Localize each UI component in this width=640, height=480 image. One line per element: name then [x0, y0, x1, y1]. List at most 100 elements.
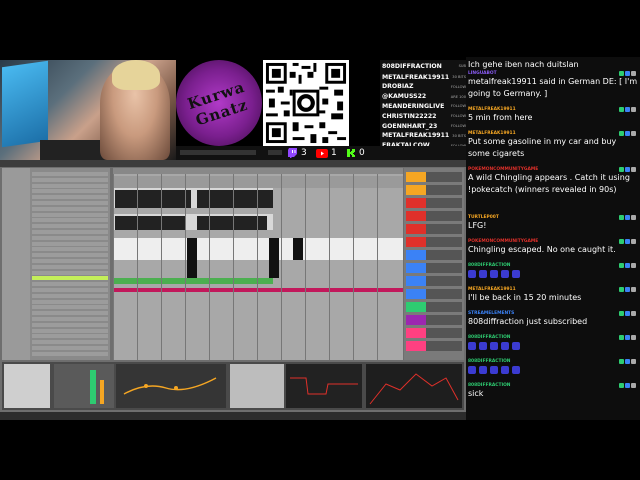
arrangement-clips[interactable] [113, 168, 403, 360]
daw-browser-panel[interactable] [2, 168, 110, 360]
mixer-track-color[interactable] [406, 328, 426, 338]
mixer-track-color[interactable] [406, 263, 426, 273]
browser-file-item[interactable] [32, 305, 108, 310]
browser-file-item[interactable] [32, 270, 108, 275]
browser-file-item[interactable] [32, 172, 108, 176]
grid-line[interactable] [377, 174, 378, 360]
mixer-track-color[interactable] [406, 302, 426, 312]
midi-clip[interactable] [115, 216, 185, 230]
browser-file-item[interactable] [32, 224, 108, 229]
device-knobs[interactable] [230, 364, 284, 408]
mixer-track-row[interactable] [406, 315, 462, 325]
browser-file-item[interactable] [32, 345, 108, 350]
mixer-track-row[interactable] [406, 211, 462, 221]
browser-file-item[interactable] [32, 340, 108, 345]
chat-emote-icon [490, 366, 498, 374]
mixer-track-row[interactable] [406, 276, 462, 286]
browser-file-item[interactable] [32, 189, 108, 194]
mixer-track-color[interactable] [406, 315, 426, 325]
browser-file-item[interactable] [32, 206, 108, 211]
browser-file-item[interactable] [32, 195, 108, 200]
browser-file-item[interactable] [32, 316, 108, 321]
chat-badge-icon [625, 239, 630, 244]
daw-arrangement-view[interactable] [113, 168, 403, 360]
browser-file-item[interactable] [32, 218, 108, 223]
daw-control-bar [0, 160, 466, 167]
browser-file-item[interactable] [32, 276, 108, 281]
browser-file-item[interactable] [32, 328, 108, 333]
browser-categories[interactable] [2, 168, 30, 360]
midi-clip[interactable] [115, 190, 191, 208]
browser-file-item[interactable] [32, 322, 108, 327]
browser-file-item[interactable] [32, 299, 108, 304]
mixer-track-row[interactable] [406, 224, 462, 234]
mixer-track-color[interactable] [406, 211, 426, 221]
mixer-track-row[interactable] [406, 198, 462, 208]
daw-track-mixer[interactable] [404, 168, 464, 360]
browser-file-item[interactable] [32, 177, 108, 182]
chat-username[interactable]: 808DIFFRACTION [468, 359, 638, 364]
grid-line[interactable] [281, 174, 282, 360]
grid-line[interactable] [185, 174, 186, 360]
midi-clip[interactable] [197, 190, 273, 208]
mixer-track-color[interactable] [406, 289, 426, 299]
browser-file-item[interactable] [32, 229, 108, 234]
mixer-track-color[interactable] [406, 172, 426, 182]
grid-line[interactable] [305, 174, 306, 360]
grid-line[interactable] [233, 174, 234, 360]
grid-line[interactable] [161, 174, 162, 360]
browser-file-item[interactable] [32, 287, 108, 292]
chat-username[interactable]: 808DIFFRACTION [468, 335, 638, 340]
browser-file-item[interactable] [32, 247, 108, 252]
audio-clip[interactable] [187, 238, 197, 278]
browser-file-item[interactable] [32, 351, 108, 356]
browser-file-item[interactable] [32, 334, 108, 339]
grid-line[interactable] [257, 174, 258, 360]
browser-file-item[interactable] [32, 212, 108, 217]
browser-file-item[interactable] [32, 264, 108, 269]
mixer-track-row[interactable] [406, 341, 462, 351]
gain-fader[interactable] [100, 380, 104, 404]
timeline-ruler[interactable] [113, 168, 403, 174]
daw-device-chain[interactable] [2, 362, 464, 410]
browser-file-item[interactable] [32, 200, 108, 205]
mixer-track-row[interactable] [406, 289, 462, 299]
audio-clip[interactable] [269, 238, 279, 278]
grid-line[interactable] [113, 174, 114, 360]
browser-file-item[interactable] [32, 253, 108, 258]
mixer-track-color[interactable] [406, 237, 426, 247]
browser-file-item[interactable] [32, 293, 108, 298]
chat-username[interactable]: 808DIFFRACTION [468, 263, 638, 268]
browser-file-item[interactable] [32, 235, 108, 240]
mixer-track-row[interactable] [406, 172, 462, 182]
mixer-track-color[interactable] [406, 185, 426, 195]
browser-file-item[interactable] [32, 241, 108, 246]
browser-file-item[interactable] [32, 183, 108, 188]
mixer-track-row[interactable] [406, 263, 462, 273]
mixer-track-color[interactable] [406, 250, 426, 260]
recent-event-row: CHRISTIN22222 FOLLOW [382, 111, 466, 121]
mixer-track-color[interactable] [406, 224, 426, 234]
browser-file-item[interactable] [32, 311, 108, 316]
mixer-track-row[interactable] [406, 237, 462, 247]
mixer-track-row[interactable] [406, 250, 462, 260]
grid-line[interactable] [353, 174, 354, 360]
browser-file-item[interactable] [32, 258, 108, 263]
chat-badge-icon [619, 131, 624, 136]
browser-file-item[interactable] [32, 282, 108, 287]
device-compressor[interactable] [54, 364, 114, 408]
chat-badges [619, 239, 636, 244]
mixer-track-color[interactable] [406, 341, 426, 351]
mixer-track-row[interactable] [406, 328, 462, 338]
mixer-track-row[interactable] [406, 185, 462, 195]
grid-line[interactable] [209, 174, 210, 360]
device-eq[interactable] [116, 364, 226, 408]
midi-clip[interactable] [197, 216, 267, 230]
recent-events-panel: 808DIFFRACTION SUB METALFREAK19911 30 BIT… [380, 60, 466, 160]
mixer-track-color[interactable] [406, 276, 426, 286]
grid-line[interactable] [137, 174, 138, 360]
mixer-track-color[interactable] [406, 198, 426, 208]
mixer-track-row[interactable] [406, 302, 462, 312]
audio-clip[interactable] [293, 238, 303, 260]
grid-line[interactable] [329, 174, 330, 360]
